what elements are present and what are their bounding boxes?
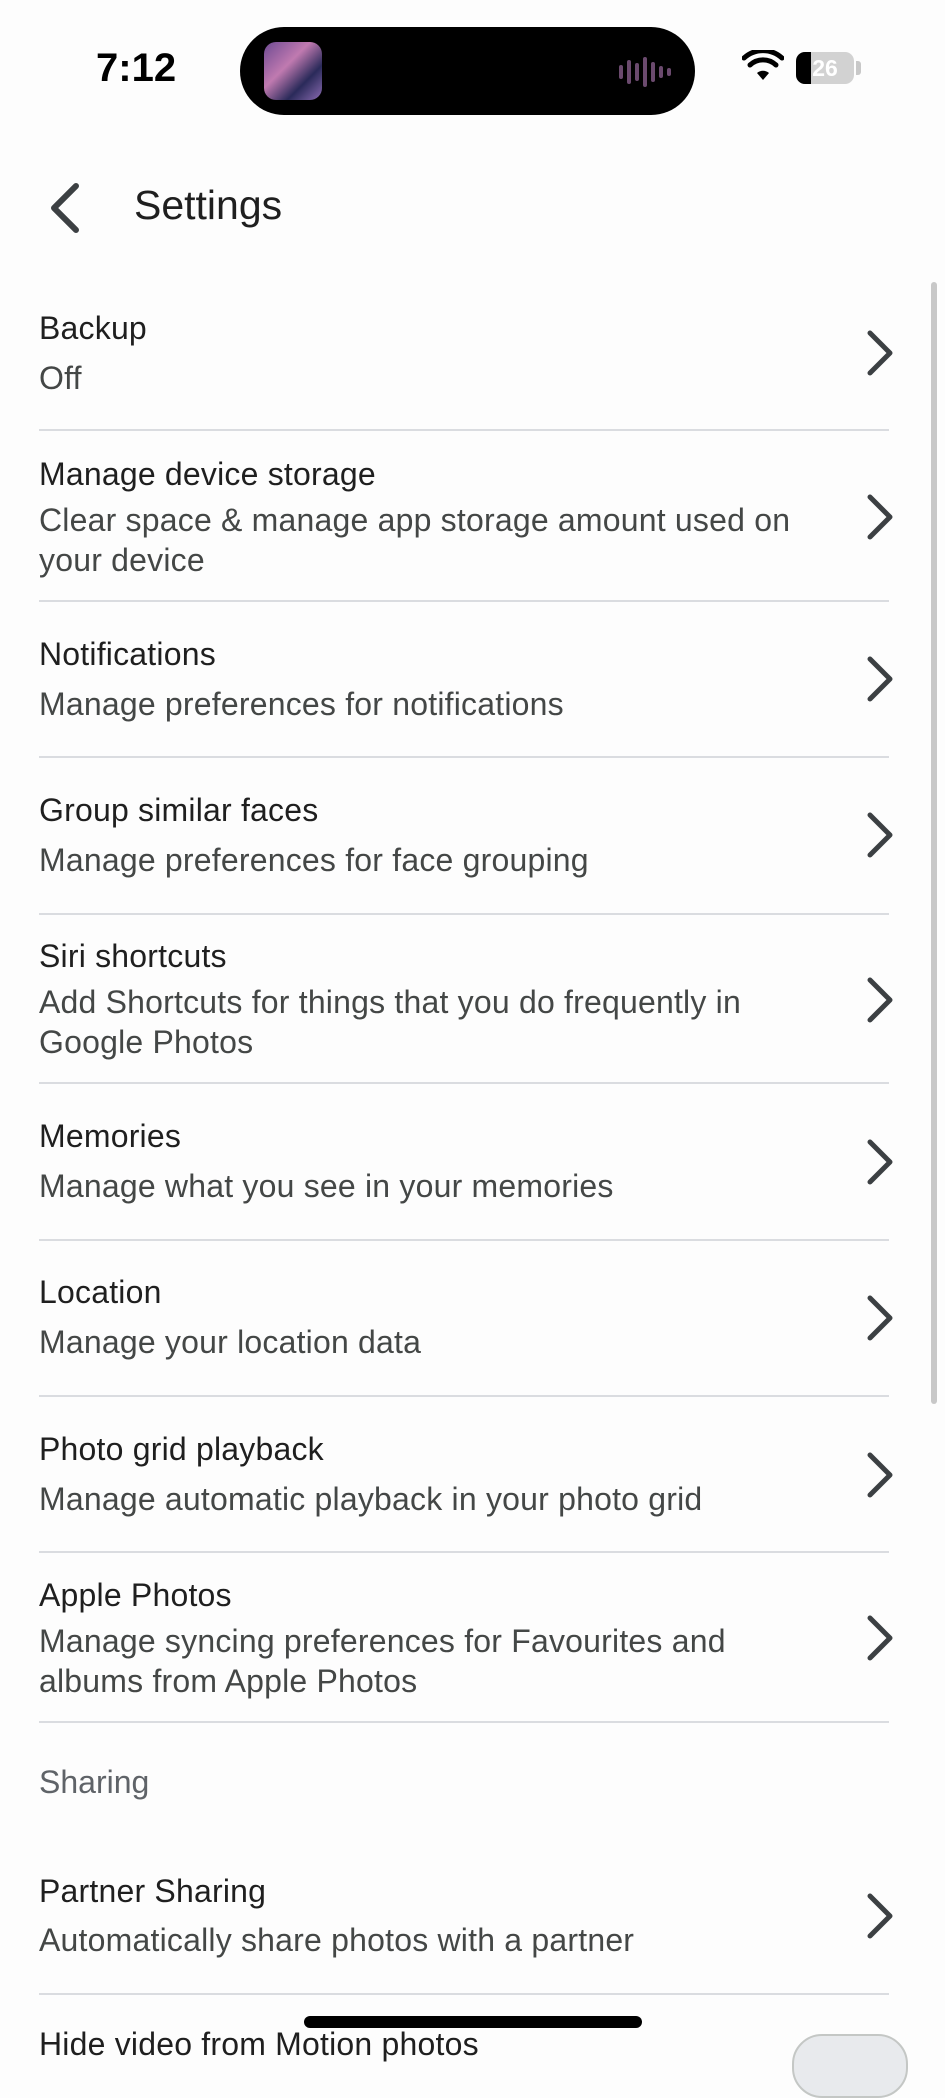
scrollbar[interactable] [931, 282, 937, 1404]
back-button[interactable] [40, 180, 92, 236]
battery-level: 26 [812, 55, 838, 81]
dynamic-island[interactable] [240, 27, 695, 115]
chevron-right-icon [867, 656, 893, 702]
setting-title: Notifications [39, 636, 216, 672]
chevron-right-icon [867, 1615, 893, 1661]
hide-video-toggle[interactable] [792, 2034, 908, 2098]
setting-title: Location [39, 1274, 162, 1310]
battery-icon: 26 [796, 52, 854, 84]
divider [39, 1721, 889, 1723]
chevron-right-icon [867, 1452, 893, 1498]
home-indicator[interactable] [304, 2016, 642, 2028]
setting-title: Backup [39, 310, 147, 346]
chevron-right-icon [867, 1139, 893, 1185]
setting-title: Manage device storage [39, 456, 376, 492]
battery-nub [856, 61, 861, 75]
divider [39, 600, 889, 602]
setting-subtitle: Clear space & manage app storage amount … [39, 502, 791, 578]
divider [39, 1239, 889, 1241]
divider [39, 1082, 889, 1084]
setting-title: Group similar faces [39, 792, 319, 828]
section-header-sharing: Sharing [39, 1764, 150, 1800]
divider [39, 1395, 889, 1397]
setting-subtitle: Automatically share photos with a partne… [39, 1922, 635, 1958]
setting-subtitle: Manage automatic playback in your photo … [39, 1481, 703, 1517]
chevron-right-icon [867, 494, 893, 540]
top-app-bar: Settings [0, 160, 945, 252]
page-title: Settings [134, 182, 283, 228]
chevron-right-icon [867, 330, 893, 376]
setting-subtitle: Manage what you see in your memories [39, 1168, 614, 1204]
status-time: 7:12 [96, 46, 177, 90]
setting-title: Apple Photos [39, 1577, 232, 1613]
status-bar: 7:12 26 [0, 0, 945, 115]
divider [39, 1993, 889, 1995]
setting-title: Partner Sharing [39, 1873, 267, 1909]
divider [39, 1551, 889, 1553]
divider [39, 756, 889, 758]
chevron-right-icon [867, 977, 893, 1023]
audio-waveform-icon [619, 57, 671, 87]
setting-title: Memories [39, 1118, 182, 1154]
setting-subtitle: Manage your location data [39, 1324, 422, 1360]
divider [39, 913, 889, 915]
chevron-right-icon [867, 1893, 893, 1939]
setting-title: Hide video from Motion photos [39, 2026, 479, 2062]
divider [39, 429, 889, 431]
now-playing-artwork [264, 42, 322, 100]
setting-title: Photo grid playback [39, 1431, 324, 1467]
setting-title: Siri shortcuts [39, 938, 227, 974]
chevron-right-icon [867, 812, 893, 858]
chevron-right-icon [867, 1295, 893, 1341]
setting-subtitle: Off [39, 360, 82, 396]
setting-subtitle: Add Shortcuts for things that you do fre… [39, 984, 741, 1060]
wifi-icon [742, 50, 784, 80]
setting-subtitle: Manage preferences for notifications [39, 686, 564, 722]
setting-subtitle: Manage syncing preferences for Favourite… [39, 1623, 726, 1699]
setting-subtitle: Manage preferences for face grouping [39, 842, 589, 878]
